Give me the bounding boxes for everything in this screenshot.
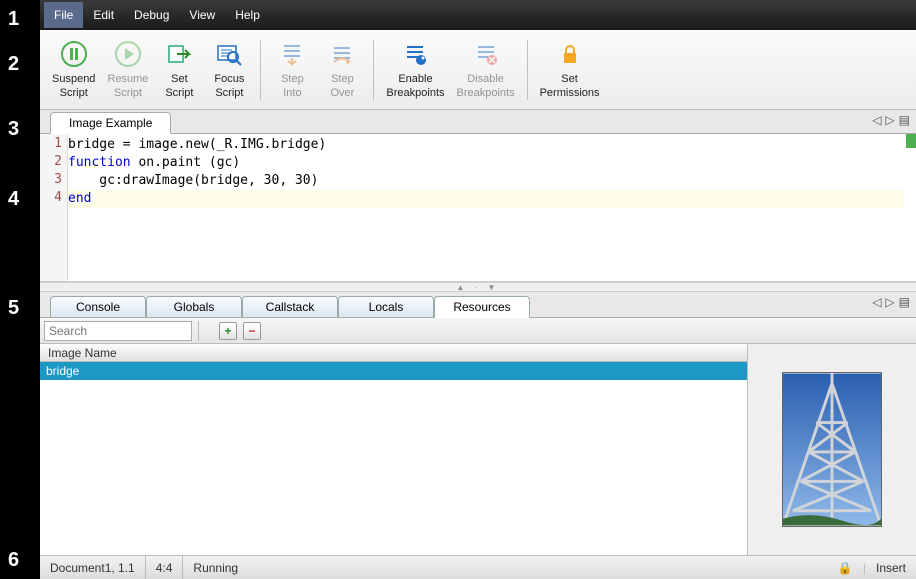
line-number: 1 bbox=[40, 136, 68, 151]
nav-prev-icon[interactable]: ◁ bbox=[872, 113, 881, 127]
toolbar: Suspend Script Resume Script Set Script … bbox=[40, 30, 916, 110]
marker-2: 2 bbox=[8, 53, 19, 76]
pane-nav: ◁ ▷ ▤ bbox=[872, 295, 910, 309]
code-text: bridge = image.new(_R.IMG.bridge) bbox=[68, 137, 326, 152]
menu-file[interactable]: File bbox=[44, 2, 83, 28]
column-header-image-name[interactable]: Image Name bbox=[40, 344, 747, 362]
tab-nav: ◁ ▷ ▤ bbox=[872, 113, 910, 127]
step-into-icon bbox=[277, 39, 307, 69]
status-state: Running bbox=[183, 556, 248, 579]
lock-icon bbox=[555, 39, 585, 69]
nav-next-icon[interactable]: ▷ bbox=[885, 295, 894, 309]
search-input[interactable] bbox=[44, 321, 192, 341]
lock-icon: 🔒 bbox=[838, 561, 853, 575]
status-cursor-position: 4:4 bbox=[146, 556, 184, 579]
toolbar-divider bbox=[260, 40, 261, 100]
tab-locals[interactable]: Locals bbox=[338, 296, 434, 318]
line-number: 3 bbox=[40, 172, 68, 187]
set-script-button[interactable]: Set Script bbox=[154, 35, 204, 103]
code-text: on.paint (gc) bbox=[131, 155, 241, 170]
add-resource-button[interactable]: + bbox=[219, 322, 237, 340]
menu-help[interactable]: Help bbox=[225, 2, 270, 28]
menu-edit[interactable]: Edit bbox=[83, 2, 124, 28]
magnifier-icon bbox=[214, 39, 244, 69]
marker-4: 4 bbox=[8, 188, 19, 211]
bridge-image-preview bbox=[782, 372, 882, 527]
resource-preview bbox=[748, 344, 916, 555]
code-editor[interactable]: 1 2 3 4 bridge = image.new(_R.IMG.bridge… bbox=[40, 134, 916, 282]
sync-indicator bbox=[906, 134, 916, 148]
nav-list-icon[interactable]: ▤ bbox=[899, 295, 910, 309]
menu-view[interactable]: View bbox=[179, 2, 225, 28]
disable-breakpoints-button: Disable Breakpoints bbox=[451, 35, 521, 103]
set-script-icon bbox=[164, 39, 194, 69]
toolbar-divider bbox=[527, 40, 528, 100]
step-into-button: Step Into bbox=[267, 35, 317, 103]
line-number: 4 bbox=[40, 190, 68, 205]
step-over-icon bbox=[327, 39, 357, 69]
remove-resource-button[interactable]: − bbox=[243, 322, 261, 340]
play-icon bbox=[113, 39, 143, 69]
resource-row[interactable]: bridge bbox=[40, 362, 747, 380]
marker-3: 3 bbox=[8, 118, 19, 141]
nav-list-icon[interactable]: ▤ bbox=[899, 113, 910, 127]
line-number: 2 bbox=[40, 154, 68, 169]
status-document: Document1, 1.1 bbox=[40, 556, 146, 579]
nav-next-icon[interactable]: ▷ bbox=[885, 113, 894, 127]
enable-breakpoints-button[interactable]: Enable Breakpoints bbox=[380, 35, 450, 103]
tab-globals[interactable]: Globals bbox=[146, 296, 242, 318]
annotation-numbers-column: 1 2 3 4 5 6 bbox=[0, 0, 40, 579]
focus-script-button[interactable]: Focus Script bbox=[204, 35, 254, 103]
divider bbox=[198, 321, 199, 341]
keyword: end bbox=[68, 191, 91, 206]
tab-callstack[interactable]: Callstack bbox=[242, 296, 338, 318]
tab-console[interactable]: Console bbox=[50, 296, 146, 318]
enable-breakpoints-icon bbox=[400, 39, 430, 69]
menu-debug[interactable]: Debug bbox=[124, 2, 179, 28]
menubar: File Edit Debug View Help bbox=[40, 0, 916, 30]
toolbar-divider bbox=[373, 40, 374, 100]
disable-breakpoints-icon bbox=[471, 39, 501, 69]
status-insert-mode: Insert bbox=[876, 561, 906, 575]
set-permissions-button[interactable]: Set Permissions bbox=[534, 35, 606, 103]
resources-body: Image Name bridge bbox=[40, 344, 916, 555]
marker-5: 5 bbox=[8, 297, 19, 320]
horizontal-splitter[interactable]: ▲ · ▼ bbox=[40, 282, 916, 292]
marker-1: 1 bbox=[8, 8, 19, 31]
resources-toolbar: + − bbox=[40, 318, 916, 344]
document-tab[interactable]: Image Example bbox=[50, 112, 171, 134]
marker-6: 6 bbox=[8, 549, 19, 572]
pause-icon bbox=[59, 39, 89, 69]
nav-prev-icon[interactable]: ◁ bbox=[872, 295, 881, 309]
step-over-button: Step Over bbox=[317, 35, 367, 103]
code-area[interactable]: bridge = image.new(_R.IMG.bridge) functi… bbox=[68, 134, 904, 281]
tab-resources[interactable]: Resources bbox=[434, 296, 530, 318]
resume-script-button: Resume Script bbox=[101, 35, 154, 103]
keyword: function bbox=[68, 155, 131, 170]
suspend-script-button[interactable]: Suspend Script bbox=[46, 35, 101, 103]
list-empty-area bbox=[40, 380, 747, 555]
code-text: gc:drawImage(bridge, 30, 30) bbox=[68, 173, 318, 188]
document-tab-row: Image Example ◁ ▷ ▤ bbox=[40, 110, 916, 134]
resources-list: Image Name bridge bbox=[40, 344, 748, 555]
bottom-pane-tabs: Console Globals Callstack Locals Resourc… bbox=[40, 292, 916, 318]
status-bar: Document1, 1.1 4:4 Running 🔒 | Insert bbox=[40, 555, 916, 579]
